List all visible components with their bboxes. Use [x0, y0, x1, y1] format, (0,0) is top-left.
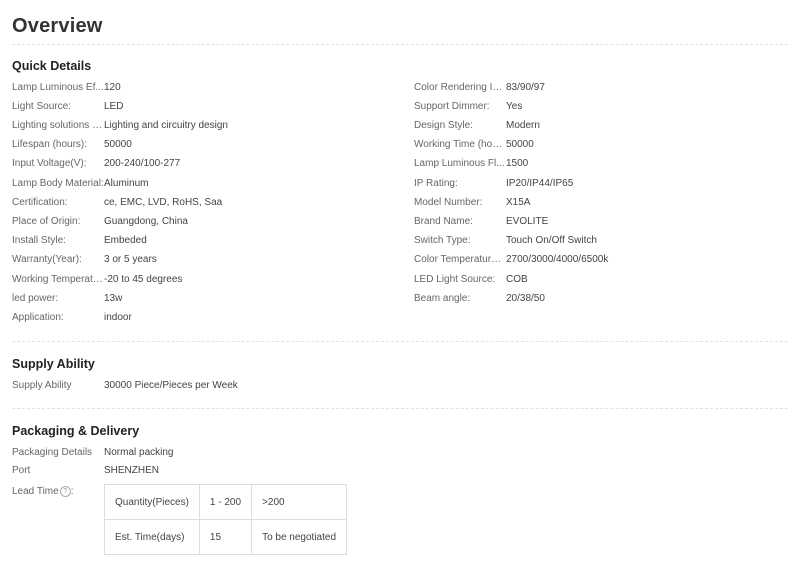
detail-value: 120: [104, 82, 121, 93]
detail-label: IP Rating:: [414, 178, 458, 189]
detail-value: 1500: [506, 158, 529, 169]
lead-time-table: Quantity(Pieces) 1 - 200 >200 Est. Time(…: [104, 484, 348, 555]
detail-label: Place of Origin:: [12, 216, 81, 227]
detail-value: -20 to 45 degrees: [104, 274, 183, 285]
divider: [12, 44, 788, 45]
detail-value: 50000: [104, 139, 132, 150]
detail-label: Switch Type:: [414, 235, 471, 246]
port-value: SHENZHEN: [104, 465, 160, 476]
detail-label: Color Rendering In...: [414, 82, 506, 93]
detail-value: LED: [104, 101, 124, 112]
detail-value: 83/90/97: [506, 82, 545, 93]
quick-details-title: Quick Details: [12, 59, 92, 73]
divider: [12, 408, 788, 409]
supply-ability-label: Supply Ability: [12, 380, 72, 391]
table-cell: 1 - 200: [198, 484, 253, 520]
port-label: Port: [12, 465, 31, 476]
detail-value: 20/38/50: [506, 293, 545, 304]
detail-label: Brand Name:: [414, 216, 473, 227]
detail-value: X15A: [506, 197, 531, 208]
table-header-cell: Est. Time(days): [104, 519, 200, 555]
detail-label: Working Temperatu...: [12, 274, 104, 285]
detail-value: Yes: [506, 101, 523, 112]
detail-value: COB: [506, 274, 528, 285]
detail-label: Certification:: [12, 197, 68, 208]
detail-value: Modern: [506, 120, 540, 131]
packaging-delivery-title: Packaging & Delivery: [12, 424, 140, 438]
packaging-details-label: Packaging Details: [12, 447, 93, 458]
lead-time-label-wrapper: Lead Time?:: [12, 486, 74, 498]
divider: [12, 341, 788, 342]
detail-label: Color Temperature(...: [414, 254, 506, 265]
detail-label: Lamp Body Material:: [12, 178, 104, 189]
detail-label: Install Style:: [12, 235, 66, 246]
detail-label: Light Source:: [12, 101, 71, 112]
supply-ability-value: 30000 Piece/Pieces per Week: [104, 380, 238, 391]
detail-value: Aluminum: [104, 178, 149, 189]
table-row: Quantity(Pieces) 1 - 200 >200: [104, 484, 348, 520]
detail-label: Design Style:: [414, 120, 473, 131]
product-overview-page: Overview Quick Details Lamp Luminous Ef.…: [0, 0, 800, 569]
detail-label: LED Light Source:: [414, 274, 496, 285]
detail-label: Working Time (hou...: [414, 139, 506, 150]
detail-value: ce, EMC, LVD, RoHS, Saa: [104, 197, 223, 208]
detail-label: Lamp Luminous Fl...: [414, 158, 505, 169]
detail-value: 3 or 5 years: [104, 254, 157, 265]
detail-label: Lifespan (hours):: [12, 139, 88, 150]
table-cell: 15: [198, 519, 253, 555]
help-icon[interactable]: ?: [59, 486, 71, 497]
detail-label: Beam angle:: [414, 293, 471, 304]
detail-value: Guangdong, China: [104, 216, 188, 227]
detail-value: 2700/3000/4000/6500k: [506, 254, 609, 265]
detail-label: Support Dimmer:: [414, 101, 490, 112]
detail-value: 50000: [506, 139, 534, 150]
page-title: Overview: [12, 15, 103, 37]
detail-label: Input Voltage(V):: [12, 158, 87, 169]
table-cell: To be negotiated: [251, 519, 348, 555]
detail-label: Lamp Luminous Ef...: [12, 82, 104, 93]
table-cell: >200: [251, 484, 348, 520]
detail-label: Lighting solutions s...: [12, 120, 104, 131]
supply-ability-title: Supply Ability: [12, 357, 95, 371]
detail-value: 13w: [104, 293, 123, 304]
detail-value: Embeded: [104, 235, 147, 246]
detail-label: led power:: [12, 293, 59, 304]
detail-value: EVOLITE: [506, 216, 549, 227]
table-header-cell: Quantity(Pieces): [104, 484, 200, 520]
detail-value: IP20/IP44/IP65: [506, 178, 574, 189]
table-row: Est. Time(days) 15 To be negotiated: [104, 519, 348, 555]
detail-label: Model Number:: [414, 197, 483, 208]
packaging-details-value: Normal packing: [104, 447, 174, 458]
detail-label: Warranty(Year):: [12, 254, 82, 265]
detail-value: 200-240/100-277: [104, 158, 181, 169]
lead-time-label: Lead Time: [12, 486, 59, 498]
detail-value: Touch On/Off Switch: [506, 235, 597, 246]
detail-label: Application:: [12, 312, 64, 323]
detail-value: indoor: [104, 312, 132, 323]
detail-value: Lighting and circuitry design: [104, 120, 228, 131]
